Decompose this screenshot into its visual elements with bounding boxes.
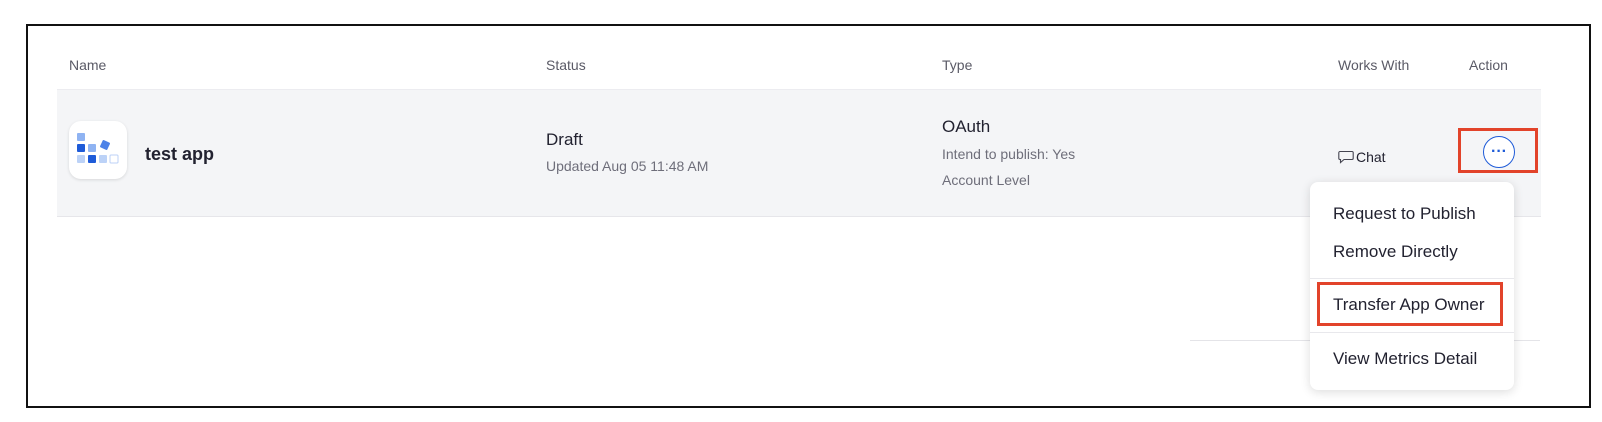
type-publish-intent: Intend to publish: Yes [942,146,1076,162]
type-level: Account Level [942,172,1030,188]
menu-divider [1310,278,1514,279]
menu-divider [1310,332,1514,333]
type-value: OAuth [942,117,991,136]
works-with-chat: Chat [1338,149,1386,165]
header-name: Name [69,57,107,73]
status-updated: Updated Aug 05 11:48 AM [546,158,709,174]
chat-bubble-icon [1338,150,1354,164]
menu-item-request-to-publish[interactable]: Request to Publish [1333,204,1476,224]
menu-item-remove-directly[interactable]: Remove Directly [1333,242,1458,262]
app-name[interactable]: test app [145,144,214,165]
works-with-label: Chat [1356,149,1386,165]
menu-item-view-metrics-detail[interactable]: View Metrics Detail [1333,349,1477,369]
transfer-owner-highlight [1317,282,1503,326]
header-action: Action [1469,57,1508,73]
action-button-highlight [1458,128,1538,173]
header-type: Type [942,57,973,73]
status-value: Draft [546,130,583,149]
header-status: Status [546,57,586,73]
header-works-with: Works With [1338,57,1410,73]
app-grid-icon [69,121,127,179]
